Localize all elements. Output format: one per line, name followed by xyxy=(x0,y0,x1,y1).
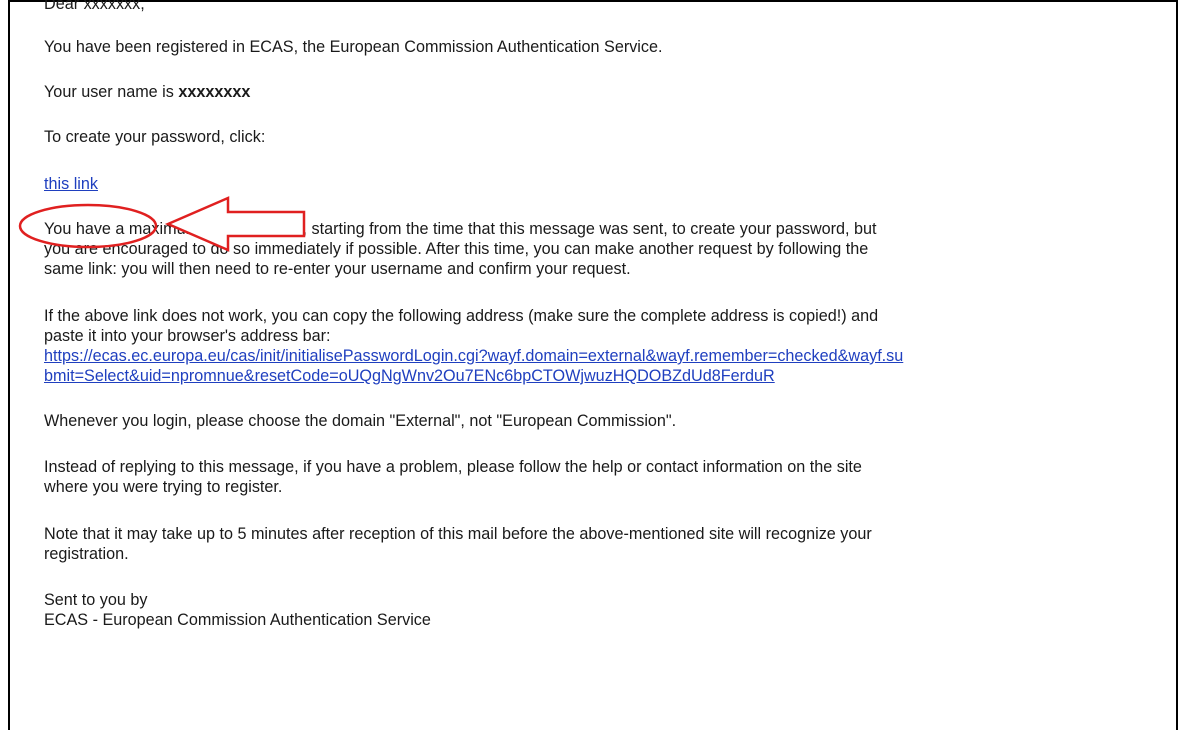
help-line-2: where you were trying to register. xyxy=(44,478,283,496)
fallback-line-2: paste it into your browser's address bar… xyxy=(44,327,331,345)
username-label: Your user name is xyxy=(44,83,179,101)
greeting: Dear xxxxxxx, xyxy=(44,0,145,13)
password-link-row: this link xyxy=(44,174,98,194)
domain-instruction: Whenever you login, please choose the do… xyxy=(44,412,677,430)
fallback-url-part-2[interactable]: bmit=Select&uid=npromnue&resetCode=oUQgN… xyxy=(44,366,775,386)
fallback-url-part-1[interactable]: https://ecas.ec.europa.eu/cas/init/initi… xyxy=(44,346,903,366)
fallback-line-1: If the above link does not work, you can… xyxy=(44,307,879,325)
delay-line-1: Note that it may take up to 5 minutes af… xyxy=(44,525,872,543)
username-line: Your user name is xxxxxxxx xyxy=(44,82,250,102)
expiry-line-1: You have a maximum of 1 hr 30 min, start… xyxy=(44,220,877,238)
username-value: xxxxxxxx xyxy=(178,83,251,101)
expiry-line-3: same link: you will then need to re-ente… xyxy=(44,260,631,278)
create-password-instruction: To create your password, click: xyxy=(44,128,266,146)
delay-line-2: registration. xyxy=(44,545,129,563)
registration-notice: You have been registered in ECAS, the Eu… xyxy=(44,38,663,56)
expiry-line-2: you are encouraged to do so immediately … xyxy=(44,240,869,258)
help-line-1: Instead of replying to this message, if … xyxy=(44,458,862,476)
signature-line-2: ECAS - European Commission Authenticatio… xyxy=(44,611,431,629)
create-password-link[interactable]: this link xyxy=(44,175,98,193)
signature-line-1: Sent to you by xyxy=(44,591,148,609)
